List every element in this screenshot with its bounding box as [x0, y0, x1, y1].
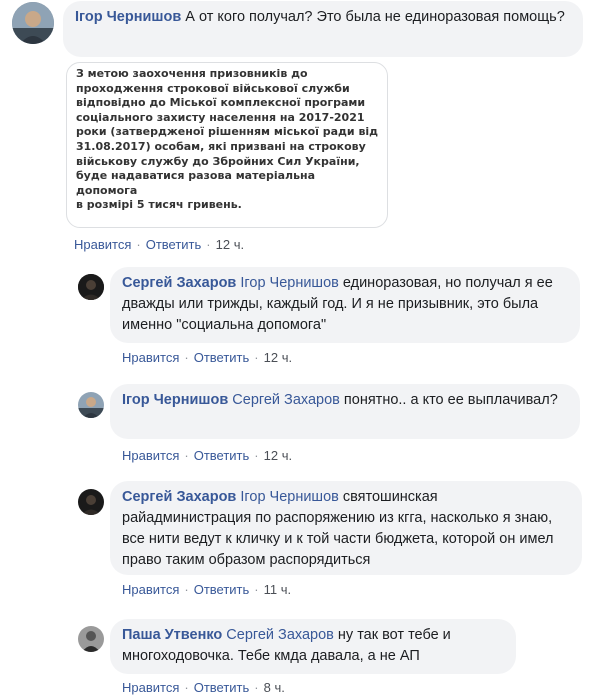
user-photo-icon [78, 274, 104, 300]
comment-text: понятно.. а кто ее выплачивал? [343, 392, 558, 408]
separator: · [254, 350, 259, 365]
mention-link[interactable]: Ігор Чернишов [240, 275, 338, 291]
like-link[interactable]: Нравится [122, 680, 179, 695]
author-name[interactable]: Сергей Захаров [122, 275, 236, 291]
user-photo-icon [78, 392, 104, 418]
author-name[interactable]: Ігор Чернишов [75, 9, 181, 25]
separator: · [254, 680, 259, 695]
comment-bubble: Сергей Захаров Ігор Чернишов единоразова… [110, 267, 580, 343]
mention-link[interactable]: Сергей Захаров [226, 627, 334, 643]
avatar[interactable] [12, 2, 54, 44]
timestamp[interactable]: 11 ч. [264, 582, 292, 597]
avatar[interactable] [78, 626, 104, 652]
user-photo-icon [78, 489, 104, 515]
user-photo-icon [78, 626, 104, 652]
comment-bubble: Ігор Чернишов Сергей Захаров понятно.. а… [110, 384, 580, 439]
attachment-image[interactable]: З метою заохочення призовників до проход… [66, 62, 388, 228]
reply-link[interactable]: Ответить [194, 680, 250, 695]
timestamp[interactable]: 12 ч. [264, 448, 292, 463]
like-link[interactable]: Нравится [74, 237, 131, 252]
reply-link[interactable]: Ответить [194, 582, 250, 597]
timestamp[interactable]: 12 ч. [216, 237, 244, 252]
separator: · [206, 237, 211, 252]
author-name[interactable]: Паша Утвенко [122, 627, 222, 643]
like-link[interactable]: Нравится [122, 350, 179, 365]
user-photo-icon [12, 2, 54, 44]
comment-bubble: Ігор Чернишов А от кого получал? Это был… [63, 1, 583, 57]
separator: · [184, 680, 189, 695]
separator: · [184, 350, 189, 365]
like-link[interactable]: Нравится [122, 582, 179, 597]
comment-actions: Нравится · Ответить · 11 ч. [122, 582, 291, 597]
like-link[interactable]: Нравится [122, 448, 179, 463]
comment-actions: Нравится · Ответить · 12 ч. [122, 448, 292, 463]
comment-actions: Нравится · Ответить · 12 ч. [74, 237, 244, 252]
separator: · [184, 582, 189, 597]
avatar[interactable] [78, 274, 104, 300]
mention-link[interactable]: Ігор Чернишов [240, 489, 338, 505]
comment-bubble: Сергей Захаров Ігор Чернишов святошинска… [110, 481, 582, 575]
avatar[interactable] [78, 489, 104, 515]
comment-actions: Нравится · Ответить · 12 ч. [122, 350, 292, 365]
mention-link[interactable]: Сергей Захаров [232, 392, 340, 408]
reply-link[interactable]: Ответить [146, 237, 202, 252]
comment-actions: Нравится · Ответить · 8 ч. [122, 680, 285, 695]
separator: · [254, 582, 259, 597]
attachment-text: З метою заохочення призовників до проход… [76, 67, 379, 212]
separator: · [254, 448, 259, 463]
avatar[interactable] [78, 392, 104, 418]
separator: · [136, 237, 141, 252]
timestamp[interactable]: 8 ч. [264, 680, 285, 695]
reply-link[interactable]: Ответить [194, 350, 250, 365]
separator: · [184, 448, 189, 463]
reply-link[interactable]: Ответить [194, 448, 250, 463]
author-name[interactable]: Сергей Захаров [122, 489, 236, 505]
timestamp[interactable]: 12 ч. [264, 350, 292, 365]
comment-text: А от кого получал? Это была не единоразо… [185, 9, 565, 25]
comment-bubble: Паша Утвенко Сергей Захаров ну так вот т… [110, 619, 516, 674]
author-name[interactable]: Ігор Чернишов [122, 392, 228, 408]
